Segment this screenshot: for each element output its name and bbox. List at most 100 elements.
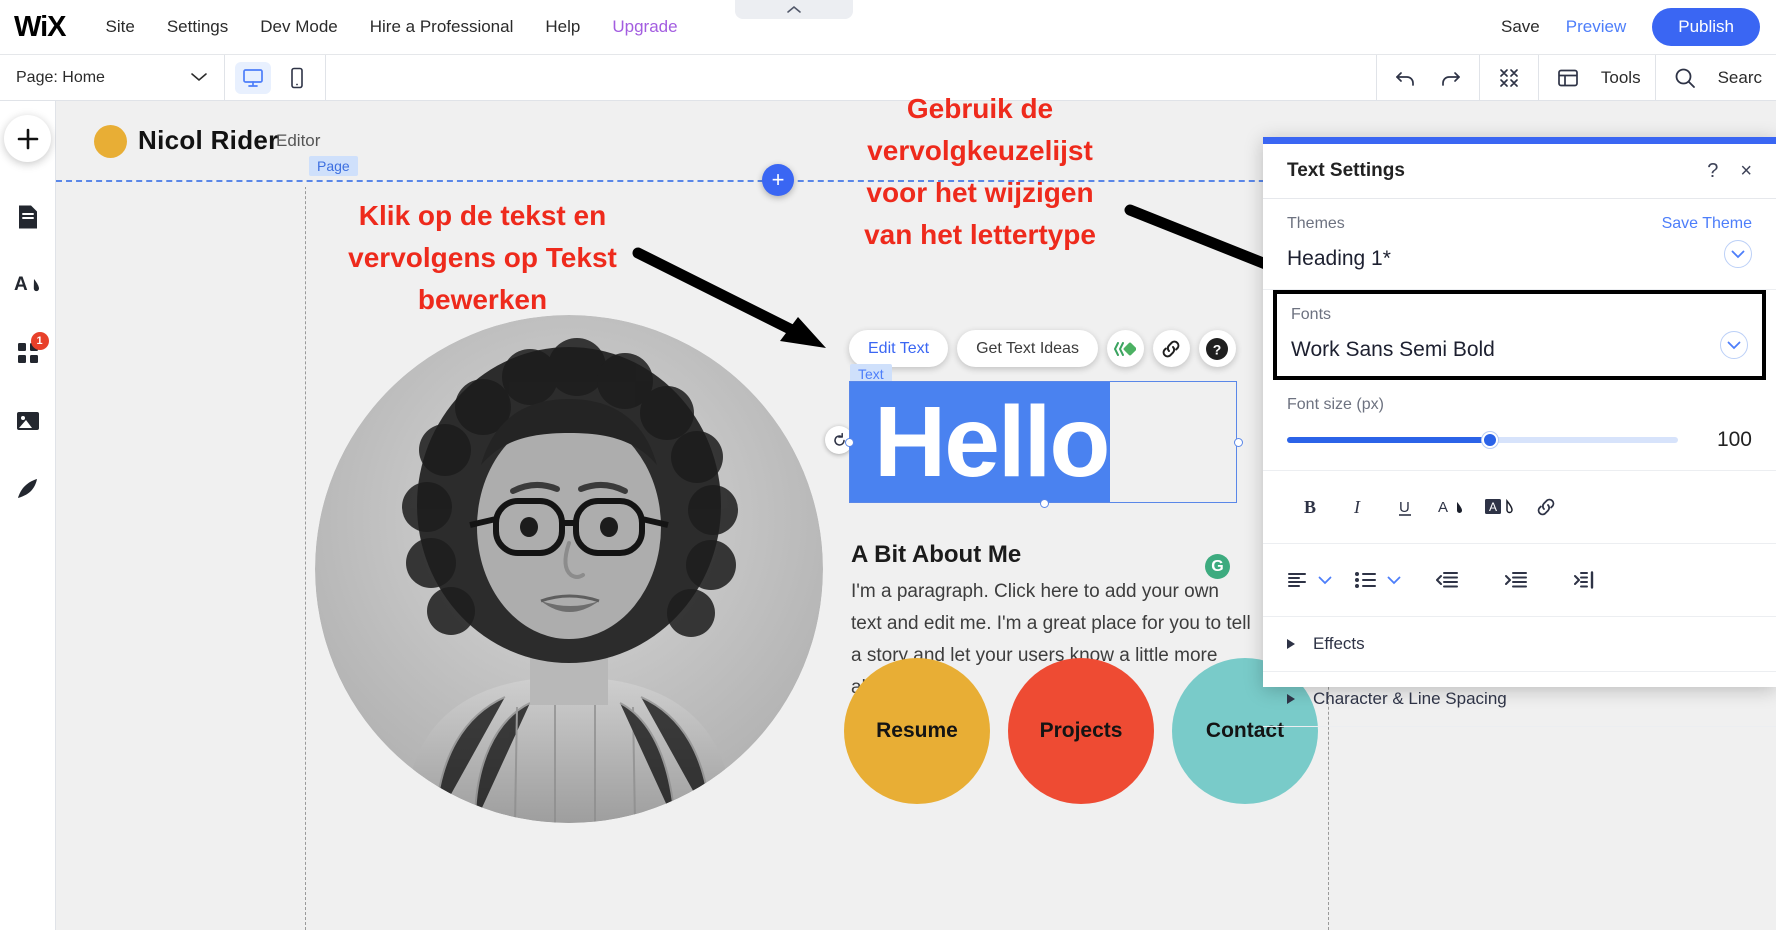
nav-dev-mode[interactable]: Dev Mode [260, 17, 337, 37]
text-link-button[interactable] [1522, 487, 1569, 527]
edit-text-button[interactable]: Edit Text [849, 330, 948, 367]
theme-dropdown-chevron-down-icon[interactable] [1724, 240, 1752, 268]
font-size-value[interactable]: 100 [1678, 428, 1752, 452]
chevron-up-icon [786, 5, 802, 14]
history-group [1376, 55, 1479, 101]
top-nav: Site Settings Dev Mode Hire a Profession… [106, 17, 678, 37]
chevron-right-icon [1287, 694, 1295, 704]
effects-label: Effects [1313, 634, 1365, 654]
help-button[interactable]: ? [1199, 330, 1236, 367]
resize-handle-right[interactable] [1234, 438, 1243, 447]
resize-handle-bottom[interactable] [1040, 499, 1049, 508]
canvas-guide-left [305, 101, 306, 930]
save-button[interactable]: Save [1501, 17, 1540, 37]
text-settings-panel[interactable]: Text Settings ? × Themes Save Theme Head… [1263, 137, 1776, 687]
mobile-icon [289, 67, 305, 89]
resume-label: Resume [876, 719, 958, 743]
help-icon: ? [1204, 336, 1230, 362]
outdent-button[interactable] [1423, 560, 1470, 600]
sidebar-item-pages[interactable] [5, 194, 51, 240]
svg-text:?: ? [1213, 341, 1222, 357]
align-left-icon [1287, 571, 1307, 589]
profile-photo[interactable] [315, 315, 823, 823]
redo-icon [1438, 67, 1462, 89]
animation-icon [1114, 340, 1136, 358]
text-color-button[interactable]: A [1428, 487, 1475, 527]
paragraph-format-row [1263, 544, 1776, 617]
projects-button[interactable]: Projects [1008, 658, 1154, 804]
apps-badge: 1 [31, 332, 49, 350]
resize-handle-left[interactable] [845, 438, 854, 447]
nav-settings[interactable]: Settings [167, 17, 228, 37]
text-direction-icon [1574, 571, 1596, 589]
search-label: Searc [1718, 68, 1762, 88]
tools-icon [1553, 63, 1583, 93]
undo-button[interactable] [1391, 63, 1421, 93]
sidebar-item-theme[interactable]: A [5, 262, 51, 308]
theme-value-row[interactable]: Heading 1* [1287, 237, 1752, 271]
tools-group[interactable]: Tools [1538, 55, 1655, 101]
indent-icon [1505, 571, 1527, 589]
text-element-selection[interactable]: Hello G [849, 381, 1237, 503]
panel-title: Text Settings [1287, 160, 1405, 182]
italic-button[interactable]: I [1334, 487, 1381, 527]
panel-help-icon[interactable]: ? [1707, 160, 1718, 183]
collapse-toolbar-tab[interactable] [735, 0, 853, 19]
media-icon [15, 410, 41, 432]
tools-label: Tools [1601, 68, 1641, 88]
left-sidebar: A 1 [0, 101, 56, 930]
sidebar-item-media[interactable] [5, 398, 51, 444]
undo-icon [1394, 67, 1418, 89]
annotation-left: Klik op de tekst en vervolgens op Tekst … [330, 195, 635, 321]
bold-button[interactable]: B [1287, 487, 1334, 527]
nav-help[interactable]: Help [545, 17, 580, 37]
themes-section: Themes Save Theme Heading 1* [1263, 199, 1776, 290]
page-selector[interactable]: Page: Home [0, 55, 225, 101]
add-element-button[interactable] [4, 115, 51, 162]
close-icon[interactable]: × [1740, 160, 1752, 183]
search-group[interactable]: Searc [1655, 55, 1776, 101]
font-size-slider[interactable] [1287, 437, 1678, 443]
underline-icon: U [1395, 496, 1415, 518]
text-direction-button[interactable] [1561, 560, 1608, 600]
desktop-view-button[interactable] [235, 62, 271, 94]
fonts-value-row[interactable]: Work Sans Semi Bold [1291, 328, 1748, 362]
sidebar-item-apps[interactable]: 1 [5, 330, 51, 376]
fonts-value: Work Sans Semi Bold [1291, 338, 1495, 362]
publish-button[interactable]: Publish [1652, 8, 1760, 46]
link-button[interactable] [1153, 330, 1190, 367]
bold-icon: B [1301, 496, 1321, 518]
indent-button[interactable] [1492, 560, 1539, 600]
site-title: Nicol Rider [138, 125, 279, 156]
sidebar-item-blog[interactable] [5, 466, 51, 512]
align-dropdown[interactable] [1287, 560, 1332, 600]
nav-hire-a-professional[interactable]: Hire a Professional [370, 17, 514, 37]
animation-button[interactable] [1107, 330, 1144, 367]
theme-icon: A [14, 271, 42, 299]
slider-knob[interactable] [1482, 432, 1498, 448]
resume-button[interactable]: Resume [844, 658, 990, 804]
preview-button[interactable]: Preview [1566, 17, 1626, 37]
list-dropdown[interactable] [1354, 560, 1401, 600]
font-size-section: Font size (px) 100 [1263, 380, 1776, 471]
highlight-color-button[interactable]: A [1475, 487, 1522, 527]
get-text-ideas-button[interactable]: Get Text Ideas [957, 330, 1098, 367]
chevron-down-icon [1387, 576, 1401, 585]
effects-accordion[interactable]: Effects [1263, 617, 1776, 672]
save-theme-link[interactable]: Save Theme [1662, 215, 1752, 233]
mobile-view-button[interactable] [279, 62, 315, 94]
redo-button[interactable] [1435, 63, 1465, 93]
fonts-dropdown-chevron-down-icon[interactable] [1720, 331, 1748, 359]
zoom-out-icon [1497, 66, 1521, 90]
underline-button[interactable]: U [1381, 487, 1428, 527]
nav-upgrade[interactable]: Upgrade [612, 17, 677, 37]
theme-value: Heading 1* [1287, 247, 1391, 271]
nav-site[interactable]: Site [106, 17, 135, 37]
chevron-down-icon [190, 69, 208, 87]
add-section-button[interactable]: + [762, 164, 794, 196]
toolbar-right-actions: Tools Searc [1376, 55, 1776, 101]
zoom-out-button[interactable] [1494, 63, 1524, 93]
svg-text:I: I [1353, 497, 1361, 517]
spacing-accordion[interactable]: Character & Line Spacing [1263, 672, 1776, 727]
wix-logo[interactable]: WiX [14, 11, 66, 44]
